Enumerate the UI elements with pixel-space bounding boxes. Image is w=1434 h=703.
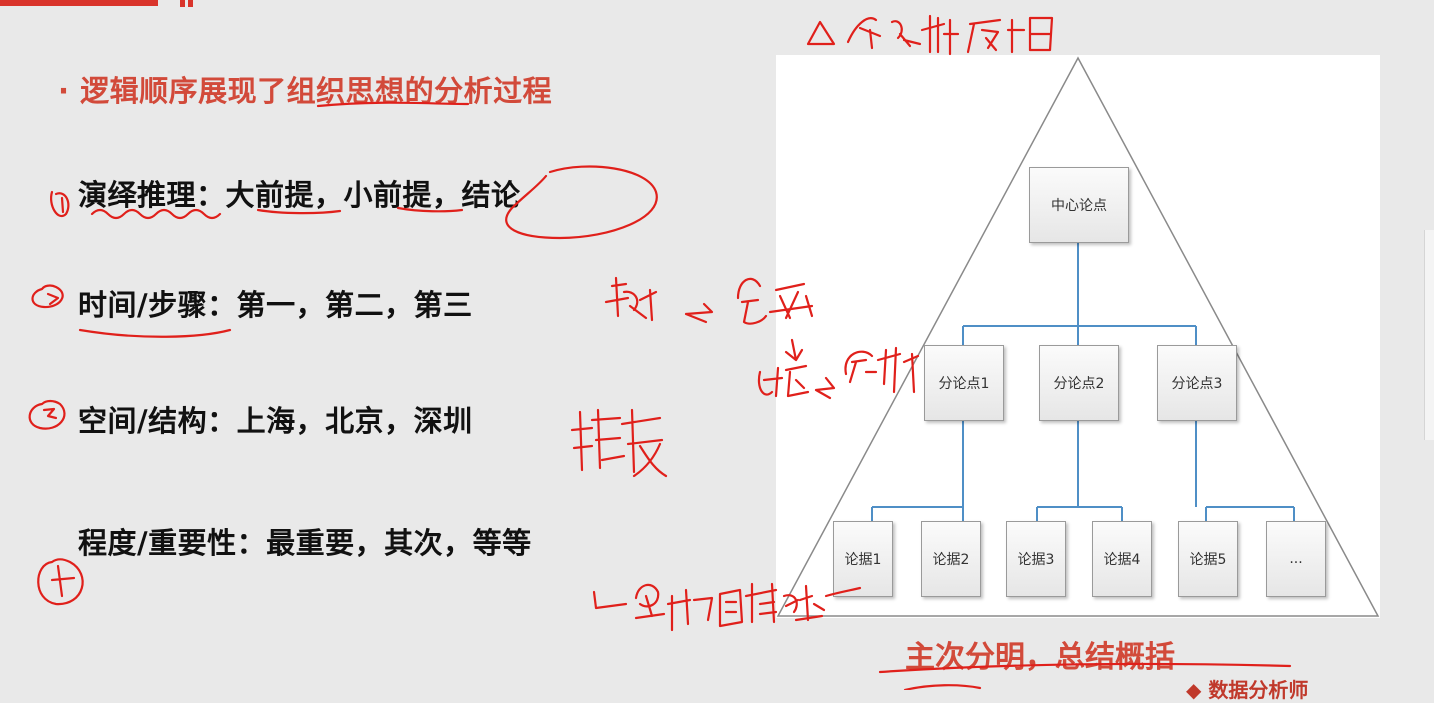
node-evidence-3: 论据3 bbox=[1006, 521, 1066, 597]
title-accent-mark bbox=[180, 0, 185, 7]
title-accent-mark bbox=[188, 0, 193, 7]
node-central-point: 中心论点 bbox=[1029, 167, 1129, 243]
node-evidence-4: 论据4 bbox=[1092, 521, 1152, 597]
side-panel-edge bbox=[1424, 230, 1434, 440]
node-evidence-1: 论据1 bbox=[833, 521, 893, 597]
node-evidence-2: 论据2 bbox=[921, 521, 981, 597]
summary-caption: 主次分明，总结概括 bbox=[905, 640, 1175, 675]
pyramid-diagram: 中心论点 分论点1 分论点2 分论点3 论据1 论据2 论据3 论据4 论据5 … bbox=[776, 55, 1380, 618]
slide: · 逻辑顺序展现了组织思想的分析过程 演绎推理：大前提，小前提，结论 时间/步骤… bbox=[0, 0, 1434, 702]
node-sub-point-1: 分论点1 bbox=[924, 345, 1004, 421]
node-evidence-5: 论据5 bbox=[1178, 521, 1238, 597]
bullet-deductive: 演绎推理：大前提，小前提，结论 bbox=[78, 178, 521, 212]
node-sub-point-2: 分论点2 bbox=[1039, 345, 1119, 421]
bullet-degree-importance: 程度/重要性：最重要，其次，等等 bbox=[78, 526, 532, 560]
bullet-time-steps: 时间/步骤：第一，第二，第三 bbox=[78, 288, 473, 322]
node-sub-point-3: 分论点3 bbox=[1157, 345, 1237, 421]
title-accent-bar bbox=[0, 0, 158, 6]
bullet-space-structure: 空间/结构：上海，北京，深圳 bbox=[78, 404, 473, 438]
headline: · 逻辑顺序展现了组织思想的分析过程 bbox=[58, 74, 553, 108]
node-evidence-more: ... bbox=[1266, 521, 1326, 597]
brand-logo: ◆ 数据分析师 bbox=[1186, 678, 1309, 702]
